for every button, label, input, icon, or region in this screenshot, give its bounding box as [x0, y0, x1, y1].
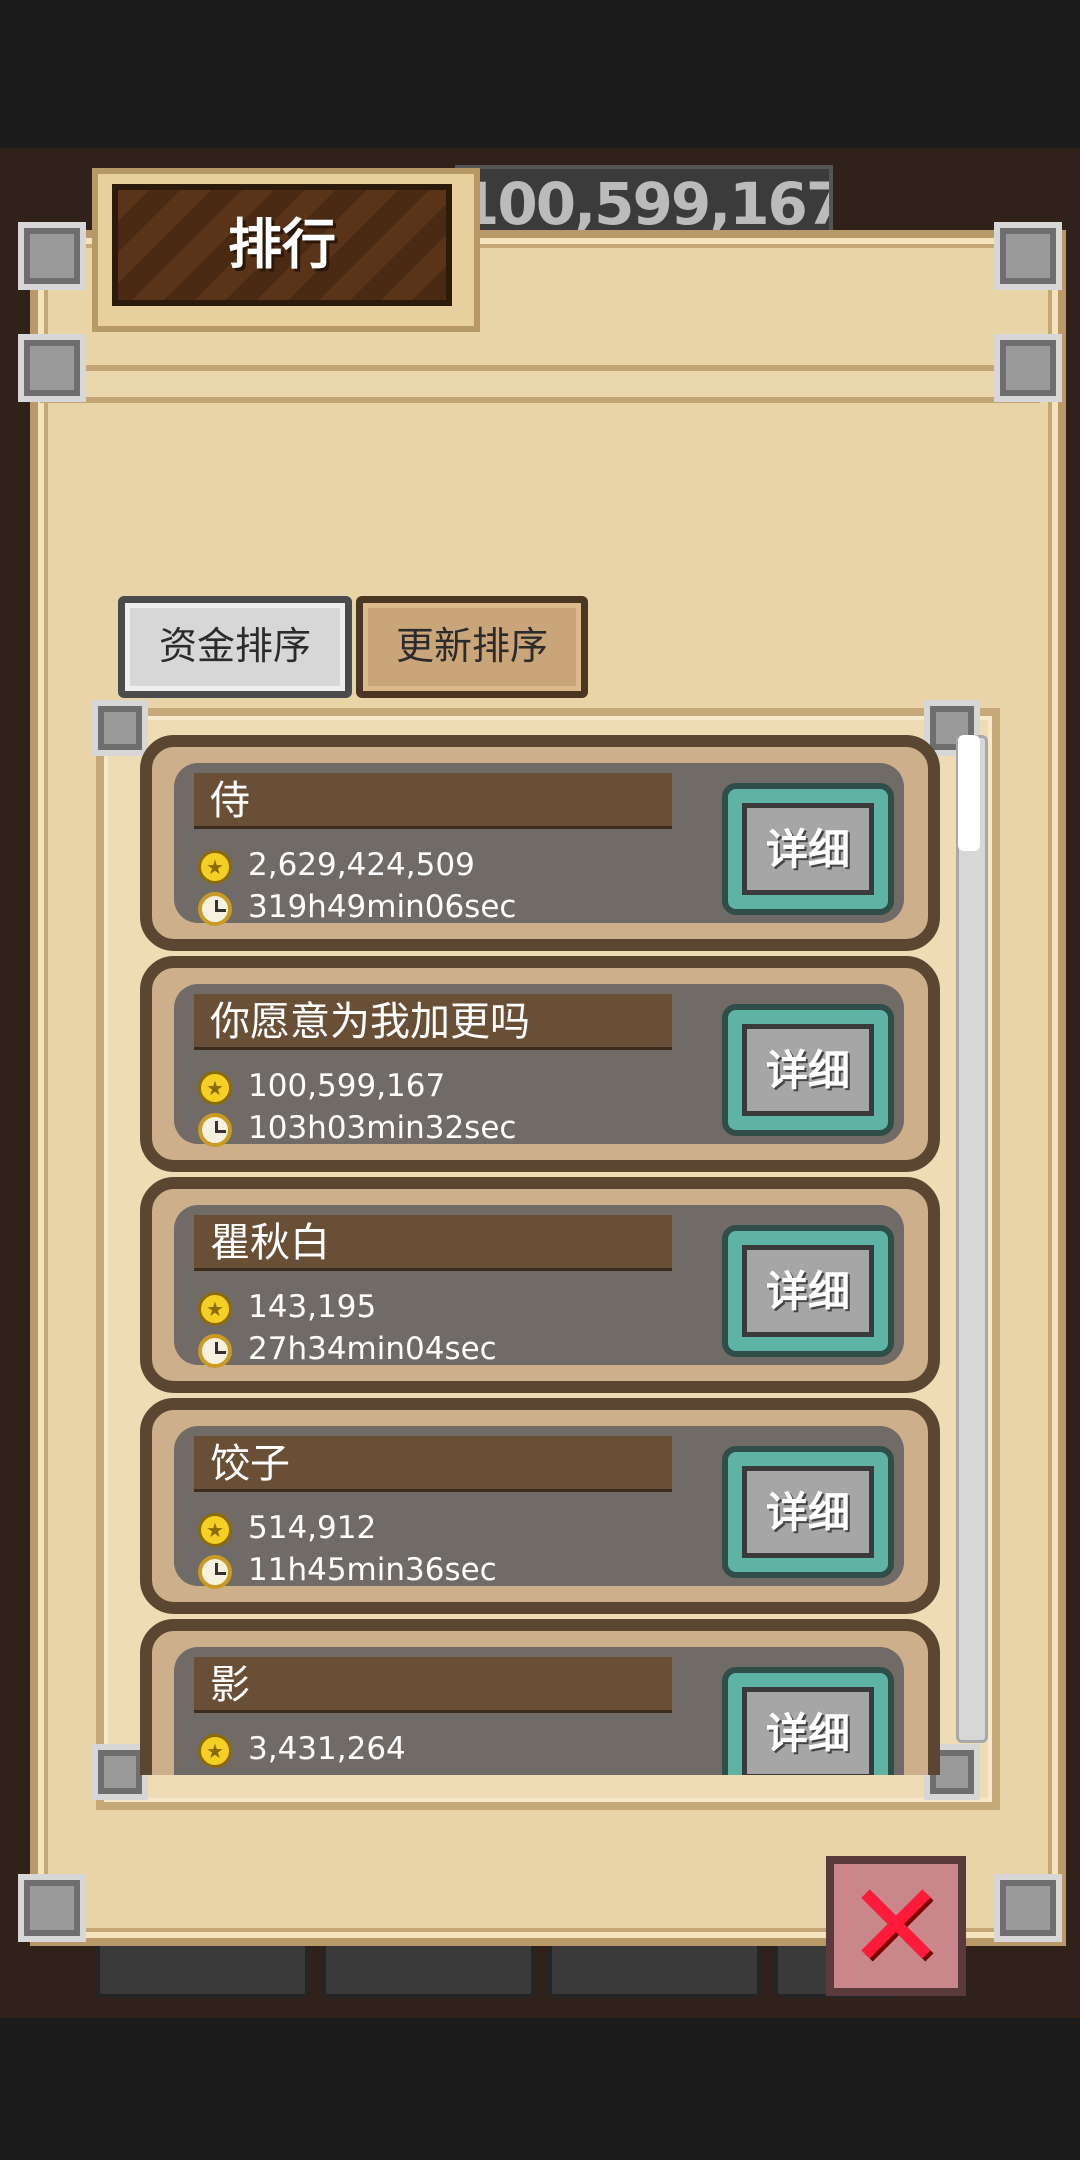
money-value: 143,195	[248, 1289, 377, 1325]
player-name: 侍	[194, 773, 672, 829]
stopwatch-icon	[198, 1554, 232, 1589]
row-content: 瞿秋白 ★ 143,195 27h34min04sec 详细	[174, 1205, 904, 1368]
tab-sort-by-update[interactable]: 更新排序	[356, 596, 588, 698]
detail-button-label: 详细	[742, 1466, 874, 1558]
money-value: 514,912	[248, 1510, 377, 1546]
corner-ornament	[994, 334, 1062, 402]
list-scrollbar-track[interactable]	[956, 735, 988, 1743]
stopwatch-icon	[198, 1333, 232, 1368]
corner-ornament	[18, 222, 86, 290]
corner-ornament	[994, 1874, 1062, 1942]
list-scrollbar-thumb[interactable]	[958, 735, 980, 851]
time-value: 11h45min36sec	[248, 1552, 497, 1588]
corner-ornament	[18, 334, 86, 402]
time-stat	[198, 1771, 248, 1775]
coin-star-icon: ★	[198, 1070, 232, 1105]
stopwatch-icon	[198, 1112, 232, 1147]
corner-ornament	[18, 1874, 86, 1942]
time-value: 27h34min04sec	[248, 1331, 497, 1367]
ranking-row: 影 ★ 3,431,264 详细	[140, 1619, 940, 1775]
ranking-row: 饺子 ★ 514,912 11h45min36sec 详细	[140, 1398, 940, 1614]
row-content: 影 ★ 3,431,264 详细	[174, 1647, 904, 1775]
time-stat: 11h45min36sec	[198, 1550, 497, 1590]
money-value: 2,629,424,509	[248, 847, 475, 883]
money-stat: ★ 2,629,424,509	[198, 845, 475, 885]
coin-star-icon: ★	[198, 1733, 232, 1768]
coin-star-icon: ★	[198, 1291, 232, 1326]
detail-button[interactable]: 详细	[722, 1446, 894, 1578]
player-name: 饺子	[194, 1436, 672, 1492]
panel-divider-rail	[40, 365, 1040, 403]
row-content: 饺子 ★ 514,912 11h45min36sec 详细	[174, 1426, 904, 1589]
row-content: 你愿意为我加更吗 ★ 100,599,167 103h03min32sec 详细	[174, 984, 904, 1147]
row-content: 侍 ★ 2,629,424,509 319h49min06sec 详细	[174, 763, 904, 926]
time-value: 319h49min06sec	[248, 889, 517, 925]
close-button[interactable]: ✕	[826, 1856, 966, 1996]
money-stat: ★ 100,599,167	[198, 1066, 445, 1106]
money-stat: ★ 514,912	[198, 1508, 376, 1548]
detail-button-label: 详细	[742, 803, 874, 895]
time-stat: 103h03min32sec	[198, 1108, 516, 1148]
time-stat: 319h49min06sec	[198, 887, 516, 927]
time-stat: 27h34min04sec	[198, 1329, 497, 1369]
stopwatch-icon	[198, 891, 232, 926]
detail-button[interactable]: 详细	[722, 1667, 894, 1775]
ranking-row: 侍 ★ 2,629,424,509 319h49min06sec 详细	[140, 735, 940, 951]
detail-button[interactable]: 详细	[722, 1225, 894, 1357]
corner-ornament	[994, 222, 1062, 290]
ranking-list[interactable]: 侍 ★ 2,629,424,509 319h49min06sec 详细 你愿意为我…	[140, 735, 940, 1775]
coin-star-icon: ★	[198, 849, 232, 884]
money-value: 100,599,167	[248, 1068, 446, 1104]
player-name: 瞿秋白	[194, 1215, 672, 1271]
money-stat: ★ 143,195	[198, 1287, 376, 1327]
money-stat: ★ 3,431,264	[198, 1729, 406, 1769]
detail-button-label: 详细	[742, 1024, 874, 1116]
time-value: 103h03min32sec	[248, 1110, 517, 1146]
ranking-row: 瞿秋白 ★ 143,195 27h34min04sec 详细	[140, 1177, 940, 1393]
detail-button-label: 详细	[742, 1245, 874, 1337]
close-x-icon: ✕	[846, 1857, 946, 1995]
detail-button-label: 详细	[742, 1687, 874, 1775]
player-name: 影	[194, 1657, 672, 1713]
ranking-row: 你愿意为我加更吗 ★ 100,599,167 103h03min32sec 详细	[140, 956, 940, 1172]
tab-sort-by-funds[interactable]: 资金排序	[118, 596, 352, 698]
coin-star-icon: ★	[198, 1512, 232, 1547]
player-name: 你愿意为我加更吗	[194, 994, 672, 1050]
detail-button[interactable]: 详细	[722, 783, 894, 915]
detail-button[interactable]: 详细	[722, 1004, 894, 1136]
dialog-title: 排行	[228, 213, 336, 276]
money-value: 3,431,264	[248, 1731, 406, 1767]
